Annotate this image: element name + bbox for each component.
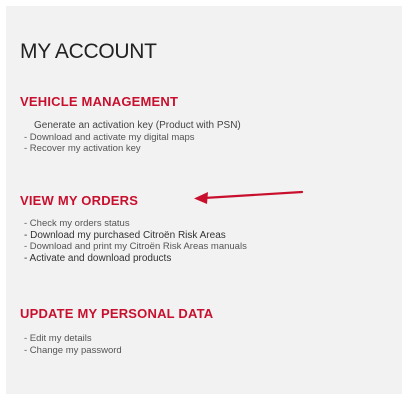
link-edit-details[interactable]: - Edit my details — [24, 333, 122, 345]
red-arrow-icon — [194, 190, 304, 204]
link-download-digital-maps[interactable]: - Download and activate my digital maps — [24, 132, 241, 144]
link-download-risk-areas[interactable]: - Download my purchased Citroën Risk Are… — [24, 230, 247, 242]
page-title: MY ACCOUNT — [20, 40, 157, 63]
link-recover-activation-key[interactable]: - Recover my activation key — [24, 143, 241, 155]
section-heading-vehicle-management[interactable]: VEHICLE MANAGEMENT — [20, 94, 178, 109]
section-heading-view-my-orders[interactable]: VIEW MY ORDERS — [20, 193, 138, 208]
link-change-password[interactable]: - Change my password — [24, 345, 122, 357]
link-activate-download-products[interactable]: - Activate and download products — [24, 253, 247, 265]
personal-data-links: - Edit my details - Change my password — [24, 333, 122, 356]
link-print-risk-area-manuals[interactable]: - Download and print my Citroën Risk Are… — [24, 241, 247, 253]
link-generate-activation-key[interactable]: Generate an activation key (Product with… — [24, 120, 241, 132]
account-panel: MY ACCOUNT VEHICLE MANAGEMENT Generate a… — [6, 6, 402, 394]
link-check-order-status[interactable]: - Check my orders status — [24, 218, 247, 230]
view-orders-links: - Check my orders status - Download my p… — [24, 218, 247, 264]
section-heading-update-personal-data[interactable]: UPDATE MY PERSONAL DATA — [20, 306, 213, 321]
vehicle-management-links: Generate an activation key (Product with… — [24, 120, 241, 155]
